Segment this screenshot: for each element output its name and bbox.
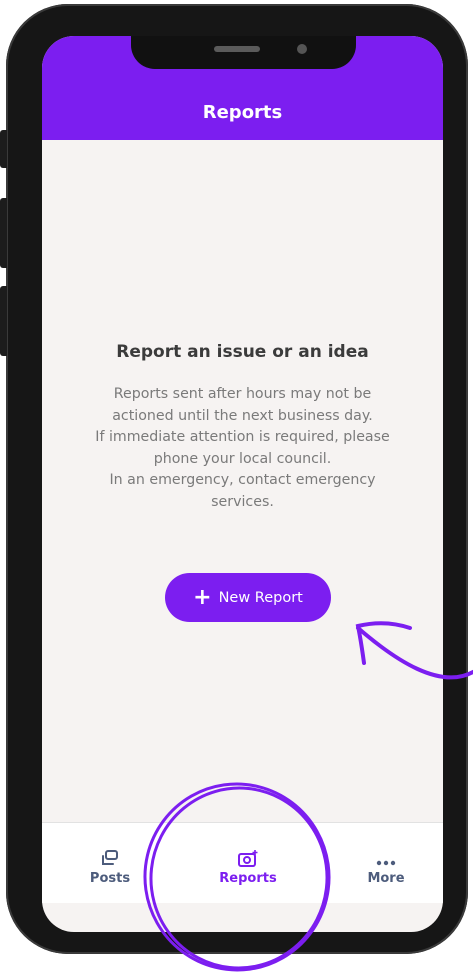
nav-label-more: More xyxy=(367,871,405,886)
speaker-grille xyxy=(214,46,260,52)
empty-state-heading: Report an issue or an idea xyxy=(116,342,369,362)
message-line: In an emergency, contact emergency xyxy=(109,472,376,488)
nav-label-posts: Posts xyxy=(89,871,131,886)
mute-switch xyxy=(0,130,7,168)
plus-icon: + xyxy=(193,584,212,610)
phone-screen: Reports Report an issue or an idea Repor… xyxy=(42,36,443,932)
volume-up-button xyxy=(0,198,7,268)
front-camera xyxy=(297,44,307,54)
page-title: Reports xyxy=(202,102,283,123)
new-report-label: New Report xyxy=(218,589,303,606)
message-line: If immediate attention is required, plea… xyxy=(95,429,390,445)
camera-plus-icon xyxy=(203,849,293,869)
notch xyxy=(131,36,356,69)
nav-label-reports: Reports xyxy=(219,871,277,886)
empty-state: Report an issue or an idea Reports sent … xyxy=(42,342,443,513)
message-line: phone your local council. xyxy=(153,450,332,467)
phone-frame: Reports Report an issue or an idea Repor… xyxy=(0,4,468,954)
nav-item-more[interactable]: More xyxy=(341,849,431,886)
message-line: services. xyxy=(211,493,274,510)
message-line: Reports sent after hours may not be xyxy=(113,386,372,402)
posts-icon xyxy=(65,849,155,869)
new-report-button[interactable]: + New Report xyxy=(165,573,331,622)
volume-down-button xyxy=(0,286,7,356)
bottom-nav: Posts Reports More xyxy=(42,822,443,903)
more-dots-icon xyxy=(341,849,431,869)
empty-state-message: Reports sent after hours may not be acti… xyxy=(65,384,420,513)
nav-item-reports[interactable]: Reports xyxy=(203,849,293,886)
message-line: actioned until the next business day. xyxy=(112,407,373,424)
nav-item-posts[interactable]: Posts xyxy=(65,849,155,886)
